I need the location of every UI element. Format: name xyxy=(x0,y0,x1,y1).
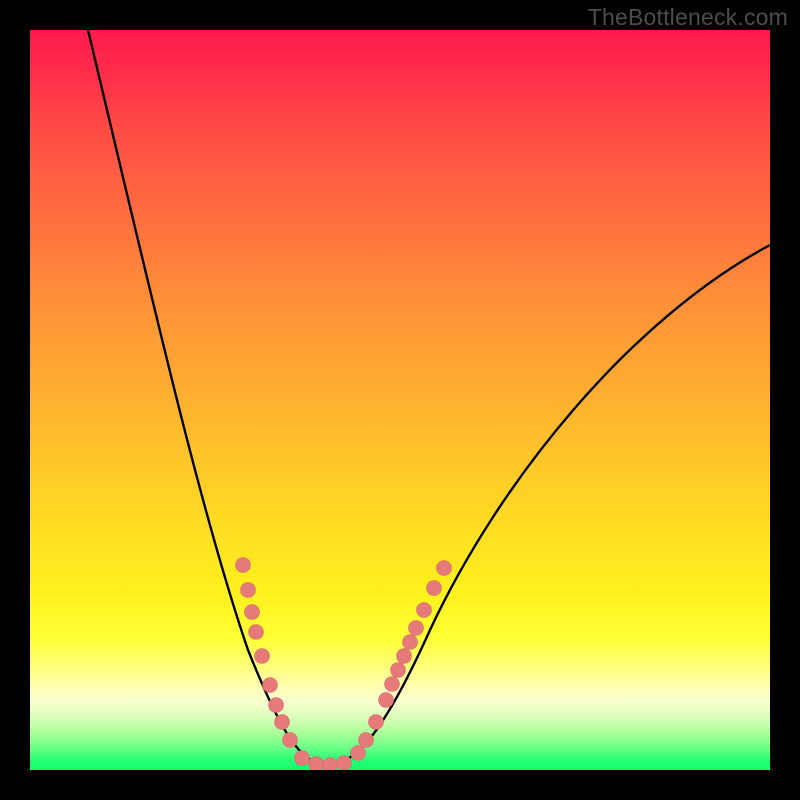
data-dot xyxy=(379,693,394,708)
data-dot xyxy=(309,757,324,771)
dot-group xyxy=(236,558,452,771)
data-dot xyxy=(417,603,432,618)
data-dot xyxy=(241,583,256,598)
data-dot xyxy=(409,621,424,636)
data-dot xyxy=(397,649,412,664)
plot-area xyxy=(30,30,770,770)
data-dot xyxy=(263,678,278,693)
curve-svg xyxy=(30,30,770,770)
data-dot xyxy=(295,751,310,766)
data-dot xyxy=(255,649,270,664)
data-dot xyxy=(245,605,260,620)
data-dot xyxy=(385,677,400,692)
data-dot xyxy=(369,715,384,730)
data-dot xyxy=(351,746,366,761)
watermark-text: TheBottleneck.com xyxy=(588,4,788,31)
data-dot xyxy=(236,558,251,573)
data-dot xyxy=(323,758,338,771)
data-dot xyxy=(391,663,406,678)
data-dot xyxy=(283,733,298,748)
data-dot xyxy=(275,715,290,730)
data-dot xyxy=(269,698,284,713)
chart-frame: TheBottleneck.com xyxy=(0,0,800,800)
data-dot xyxy=(359,733,374,748)
data-dot xyxy=(249,625,264,640)
data-dot xyxy=(403,635,418,650)
data-dot xyxy=(437,561,452,576)
data-dot xyxy=(337,756,352,771)
bottleneck-curve xyxy=(88,30,770,765)
data-dot xyxy=(427,581,442,596)
